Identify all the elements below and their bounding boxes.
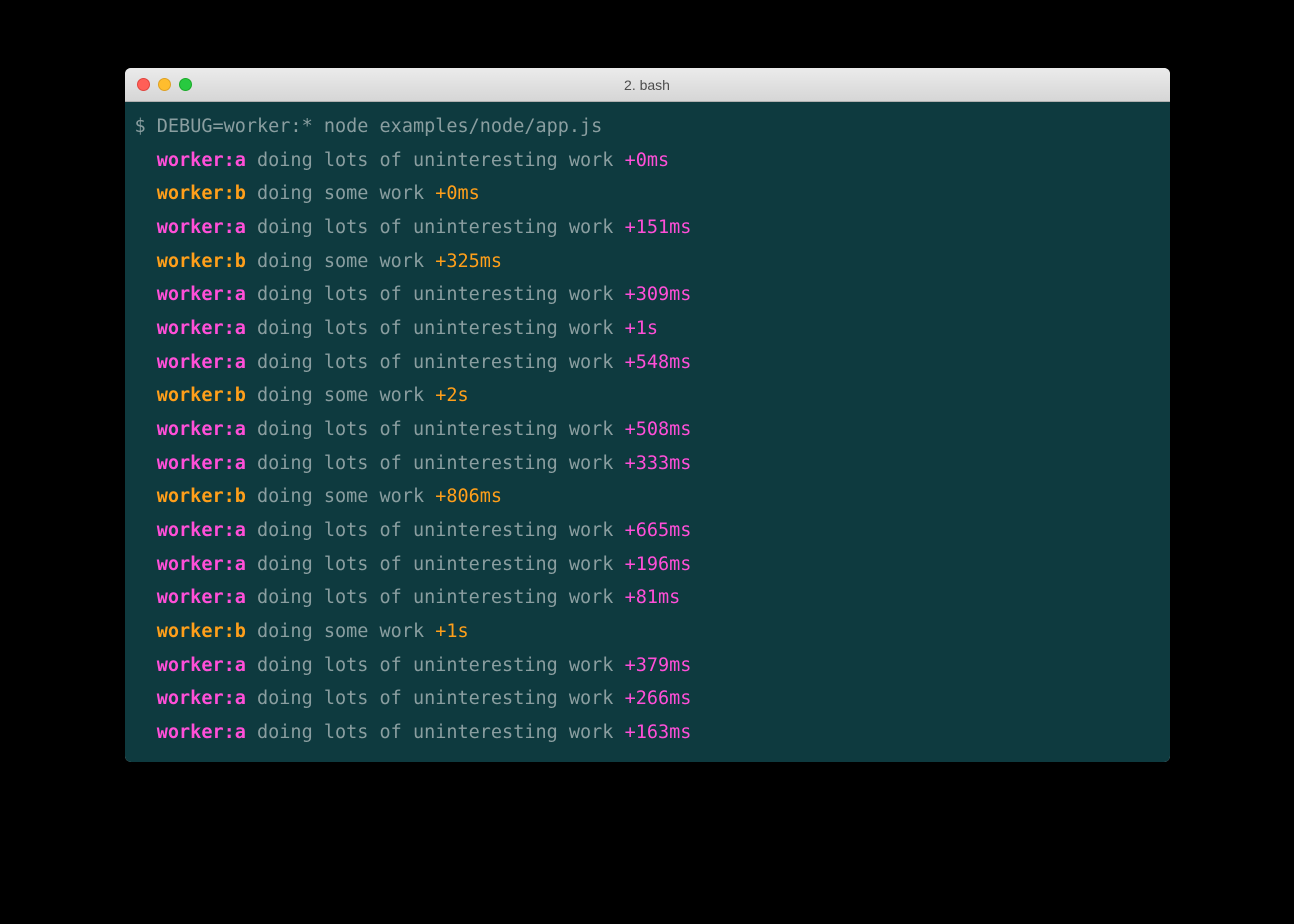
debug-elapsed: +1s — [625, 318, 658, 339]
close-icon[interactable] — [137, 78, 150, 91]
debug-message: doing lots of uninteresting work — [257, 688, 613, 709]
debug-namespace: worker:a — [157, 419, 246, 440]
log-line: worker:a doing lots of uninteresting wor… — [135, 278, 1160, 312]
debug-namespace: worker:a — [157, 453, 246, 474]
debug-message: doing some work — [257, 486, 424, 507]
debug-namespace: worker:b — [157, 385, 246, 406]
debug-message: doing lots of uninteresting work — [257, 554, 613, 575]
log-line: worker:a doing lots of uninteresting wor… — [135, 682, 1160, 716]
debug-elapsed: +665ms — [625, 520, 692, 541]
debug-namespace: worker:a — [157, 722, 246, 743]
log-line: worker:a doing lots of uninteresting wor… — [135, 548, 1160, 582]
maximize-icon[interactable] — [179, 78, 192, 91]
debug-elapsed: +548ms — [625, 352, 692, 373]
debug-elapsed: +0ms — [435, 183, 480, 204]
debug-namespace: worker:a — [157, 655, 246, 676]
debug-elapsed: +1s — [435, 621, 468, 642]
debug-namespace: worker:a — [157, 520, 246, 541]
debug-namespace: worker:b — [157, 486, 246, 507]
debug-elapsed: +151ms — [625, 217, 692, 238]
log-line: worker:a doing lots of uninteresting wor… — [135, 581, 1160, 615]
log-line: worker:a doing lots of uninteresting wor… — [135, 649, 1160, 683]
log-line: worker:a doing lots of uninteresting wor… — [135, 346, 1160, 380]
debug-message: doing lots of uninteresting work — [257, 318, 613, 339]
debug-elapsed: +333ms — [625, 453, 692, 474]
debug-namespace: worker:b — [157, 251, 246, 272]
debug-namespace: worker:a — [157, 554, 246, 575]
debug-message: doing lots of uninteresting work — [257, 587, 613, 608]
debug-message: doing lots of uninteresting work — [257, 520, 613, 541]
debug-elapsed: +379ms — [625, 655, 692, 676]
log-line: worker:b doing some work +325ms — [135, 245, 1160, 279]
debug-message: doing lots of uninteresting work — [257, 419, 613, 440]
debug-message: doing some work — [257, 621, 424, 642]
titlebar[interactable]: 2. bash — [125, 68, 1170, 102]
debug-namespace: worker:a — [157, 352, 246, 373]
log-line: worker:a doing lots of uninteresting wor… — [135, 447, 1160, 481]
debug-namespace: worker:a — [157, 217, 246, 238]
debug-namespace: worker:b — [157, 621, 246, 642]
debug-elapsed: +163ms — [625, 722, 692, 743]
command-line: $ DEBUG=worker:* node examples/node/app.… — [135, 110, 1160, 144]
prompt: $ — [135, 116, 157, 137]
debug-elapsed: +266ms — [625, 688, 692, 709]
terminal-window: 2. bash $ DEBUG=worker:* node examples/n… — [125, 68, 1170, 762]
debug-elapsed: +309ms — [625, 284, 692, 305]
minimize-icon[interactable] — [158, 78, 171, 91]
window-title: 2. bash — [125, 77, 1170, 93]
log-line: worker:a doing lots of uninteresting wor… — [135, 716, 1160, 750]
debug-message: doing lots of uninteresting work — [257, 453, 613, 474]
log-line: worker:b doing some work +806ms — [135, 480, 1160, 514]
debug-elapsed: +508ms — [625, 419, 692, 440]
debug-message: doing lots of uninteresting work — [257, 217, 613, 238]
debug-elapsed: +325ms — [435, 251, 502, 272]
debug-message: doing lots of uninteresting work — [257, 655, 613, 676]
log-line: worker:b doing some work +0ms — [135, 177, 1160, 211]
debug-namespace: worker:a — [157, 150, 246, 171]
log-line: worker:b doing some work +2s — [135, 379, 1160, 413]
debug-message: doing lots of uninteresting work — [257, 722, 613, 743]
debug-message: doing lots of uninteresting work — [257, 284, 613, 305]
debug-namespace: worker:a — [157, 688, 246, 709]
log-line: worker:a doing lots of uninteresting wor… — [135, 312, 1160, 346]
terminal-body[interactable]: $ DEBUG=worker:* node examples/node/app.… — [125, 102, 1170, 762]
window-controls — [125, 78, 192, 91]
debug-namespace: worker:a — [157, 587, 246, 608]
debug-message: doing some work — [257, 385, 424, 406]
debug-namespace: worker:a — [157, 318, 246, 339]
log-line: worker:a doing lots of uninteresting wor… — [135, 514, 1160, 548]
debug-elapsed: +806ms — [435, 486, 502, 507]
debug-namespace: worker:a — [157, 284, 246, 305]
debug-elapsed: +196ms — [625, 554, 692, 575]
debug-message: doing lots of uninteresting work — [257, 150, 613, 171]
debug-message: doing some work — [257, 183, 424, 204]
debug-elapsed: +2s — [435, 385, 468, 406]
debug-elapsed: +0ms — [625, 150, 670, 171]
command-text: DEBUG=worker:* node examples/node/app.js — [157, 116, 603, 137]
log-line: worker:a doing lots of uninteresting wor… — [135, 413, 1160, 447]
debug-message: doing lots of uninteresting work — [257, 352, 613, 373]
log-line: worker:a doing lots of uninteresting wor… — [135, 211, 1160, 245]
debug-namespace: worker:b — [157, 183, 246, 204]
debug-elapsed: +81ms — [625, 587, 681, 608]
log-line: worker:a doing lots of uninteresting wor… — [135, 144, 1160, 178]
debug-message: doing some work — [257, 251, 424, 272]
log-line: worker:b doing some work +1s — [135, 615, 1160, 649]
